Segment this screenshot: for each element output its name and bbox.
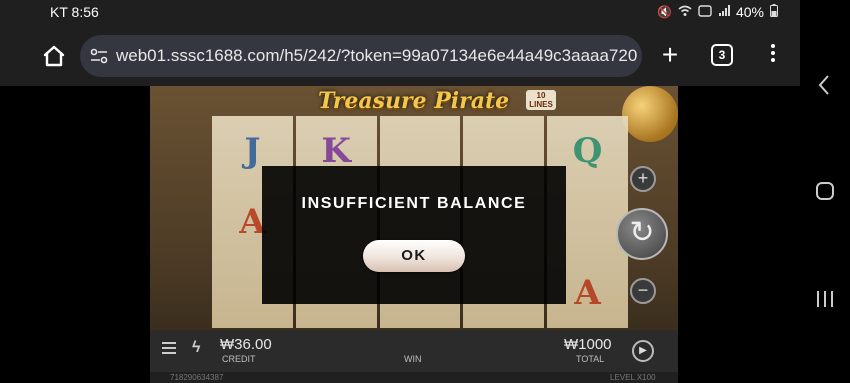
level-indicator: LEVEL X100	[610, 373, 656, 382]
dialog-title: INSUFFICIENT BALANCE	[301, 195, 527, 212]
hd-icon	[698, 4, 712, 20]
system-nav-bar	[800, 0, 850, 383]
game-bottom-bar: ϟ ₩36.00 CREDIT WIN ₩1000 TOTAL ▶	[150, 330, 678, 372]
recent-apps-icon[interactable]	[812, 286, 838, 312]
status-icons: 🔇 40%	[657, 4, 778, 20]
status-time: KT 8:56	[50, 4, 99, 20]
home-icon	[43, 45, 65, 67]
site-settings-icon[interactable]	[88, 45, 110, 67]
minus-icon: −	[637, 280, 649, 300]
url-text: web01.sssc1688.com/h5/242/?token=99a0713…	[116, 46, 638, 65]
more-menu-button[interactable]	[764, 41, 782, 69]
insufficient-balance-dialog: INSUFFICIENT BALANCE OK	[262, 166, 566, 304]
gold-coin-decoration	[622, 86, 678, 142]
browser-toolbar: web01.sssc1688.com/h5/242/?token=99a0713…	[0, 26, 800, 86]
total-label: TOTAL	[576, 354, 605, 364]
level-value: X100	[636, 373, 656, 382]
signal-icon	[718, 4, 730, 20]
url-bar[interactable]: web01.sssc1688.com/h5/242/?token=99a0713…	[80, 35, 642, 77]
plus-icon: +	[637, 168, 649, 188]
total-value: ₩1000	[564, 336, 612, 353]
refresh-icon: ↻	[629, 216, 655, 249]
bet-decrease-button[interactable]: −	[630, 278, 656, 304]
level-label: LEVEL	[610, 373, 635, 382]
battery-percent: 40%	[735, 4, 764, 20]
credit-label: CREDIT	[222, 354, 256, 364]
play-icon: ▶	[639, 345, 647, 356]
new-tab-button[interactable]: +	[656, 40, 684, 70]
round-id: 718290634387	[170, 373, 224, 382]
hamburger-icon	[162, 342, 176, 344]
plus-icon: +	[661, 39, 679, 70]
mute-icon: 🔇	[657, 5, 672, 19]
game-footer: 718290634387 LEVEL X100	[150, 372, 678, 383]
wifi-icon	[678, 5, 692, 20]
autoplay-button[interactable]: ▶	[632, 340, 654, 362]
bet-increase-button[interactable]: +	[630, 166, 656, 192]
game-menu-button[interactable]	[162, 342, 176, 356]
phone-screen: KT 8:56 🔇 40% web01.sssc1688.com/h5/242/…	[0, 0, 850, 383]
tab-switcher-button[interactable]: 3	[711, 44, 733, 66]
nav-home-icon[interactable]	[812, 178, 838, 204]
lines-badge: 10 LINES	[526, 90, 556, 110]
more-vert-icon	[771, 44, 775, 48]
credit-value: ₩36.00	[220, 336, 272, 353]
spin-button[interactable]: ↻	[616, 208, 668, 260]
battery-icon	[770, 4, 778, 20]
win-label: WIN	[404, 354, 422, 364]
game-title-logo: Treasure Pirate	[318, 88, 510, 114]
back-icon[interactable]	[812, 72, 838, 98]
status-bar: KT 8:56 🔇 40%	[0, 0, 800, 26]
turbo-icon[interactable]: ϟ	[192, 339, 200, 357]
home-button[interactable]	[38, 40, 70, 72]
ok-button[interactable]: OK	[363, 240, 465, 272]
